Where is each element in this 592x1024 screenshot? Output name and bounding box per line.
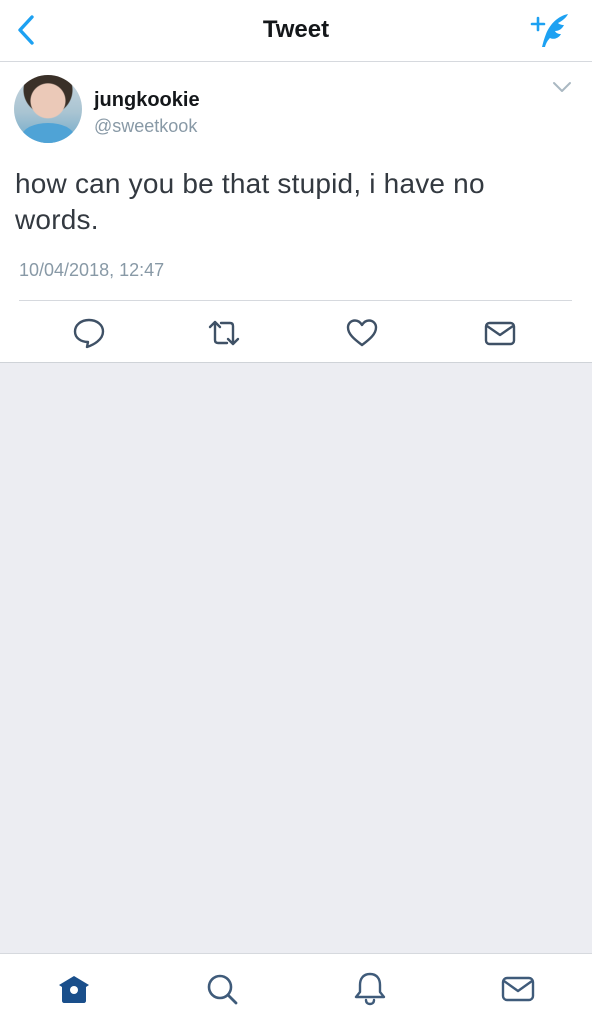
compose-feather-icon [530, 14, 568, 47]
display-name[interactable]: jungkookie [94, 89, 200, 112]
tab-notifications[interactable] [350, 970, 390, 1008]
search-icon [207, 974, 238, 1005]
divider [19, 300, 572, 301]
envelope-icon [484, 321, 516, 346]
bell-icon [354, 972, 386, 1006]
tweet-detail-screen: Tweet jungkookie @sweetkook how can you … [0, 0, 592, 1024]
user-handle[interactable]: @sweetkook [94, 116, 197, 137]
tab-home[interactable] [54, 970, 94, 1008]
reply-button[interactable] [71, 316, 107, 350]
tweet-card: jungkookie @sweetkook how can you be tha… [0, 62, 592, 363]
retweet-icon [208, 320, 240, 346]
tweet-actions [0, 314, 592, 354]
direct-message-button[interactable] [482, 316, 518, 350]
tweet-menu-button[interactable] [552, 80, 572, 94]
tab-messages[interactable] [498, 970, 538, 1008]
avatar[interactable] [14, 75, 82, 143]
bottom-tab-bar [0, 953, 592, 1024]
reply-bubble-icon [73, 318, 105, 349]
home-icon [59, 976, 89, 1003]
chevron-down-icon [553, 82, 571, 92]
tab-search[interactable] [202, 970, 242, 1008]
avatar-shirt [22, 123, 74, 143]
envelope-icon [501, 976, 535, 1002]
tweet-text: how can you be that stupid, i have no wo… [15, 168, 485, 235]
like-button[interactable] [344, 316, 380, 350]
heart-icon [346, 319, 378, 347]
page-title: Tweet [262, 16, 330, 43]
top-navigation-bar: Tweet [0, 0, 592, 62]
compose-tweet-button[interactable] [524, 10, 572, 50]
tweet-timestamp: 10/04/2018, 12:47 [19, 260, 165, 280]
retweet-button[interactable] [206, 316, 242, 350]
